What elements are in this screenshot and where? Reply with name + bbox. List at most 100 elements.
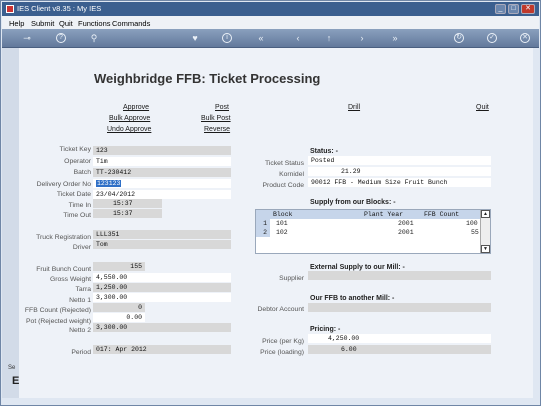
truck-registration-label: Truck Registration [36, 234, 91, 241]
reverse-link[interactable]: Reverse [204, 126, 230, 133]
title-bar: IES Client v8.35 : My IES _ □ ✕ [2, 2, 539, 16]
forward-icon[interactable]: › [356, 32, 368, 44]
netto2-label: Netto 2 [69, 327, 91, 334]
back-icon[interactable]: ‹ [292, 32, 304, 44]
search-icon[interactable]: ⚲ [88, 32, 100, 44]
minimize-button[interactable]: _ [495, 4, 506, 14]
cell-block[interactable]: 101 [276, 219, 288, 228]
cell-ffb-count[interactable]: 55 [471, 228, 479, 237]
col-block[interactable]: Block [273, 211, 293, 218]
delivery-order-label: Delivery Order No [36, 181, 91, 188]
row-number[interactable]: 2 [256, 228, 270, 237]
cell-ffb-count[interactable]: 100 [466, 219, 478, 228]
ticket-status-field: Posted [308, 156, 491, 165]
operator-field[interactable]: Tim [93, 157, 231, 166]
scroll-up-button[interactable]: ▲ [481, 210, 490, 218]
ticket-date-label: Ticket Date [56, 191, 91, 198]
row-number[interactable]: 1 [256, 219, 270, 228]
pot-field[interactable]: 0.00 [93, 313, 145, 322]
to-mill-heading: Our FFB to another Mill: - [310, 295, 395, 302]
col-ffb-count[interactable]: FFB Count [424, 211, 459, 218]
delivery-order-value: 123123 [96, 180, 122, 187]
rewind-icon[interactable]: « [255, 32, 267, 44]
grid-scrollbar[interactable]: ▲ ▼ [480, 210, 490, 253]
price-loading-label: Price (loading) [260, 349, 304, 356]
kornidel-field: 21.29 [308, 167, 491, 176]
ticket-date-field[interactable]: 23/04/2012 [93, 190, 231, 199]
blocks-heading: Supply from our Blocks: - [310, 199, 396, 206]
cell-block[interactable]: 102 [276, 228, 288, 237]
time-in-label: Time In [68, 202, 91, 209]
cell-plant-year[interactable]: 2001 [398, 228, 414, 237]
refresh-icon[interactable]: ↻ [454, 33, 464, 43]
period-field[interactable]: 017: Apr 2012 [93, 345, 231, 354]
bunch-count-label: Fruit Bunch Count [36, 266, 91, 273]
ticket-key-label: Ticket Key [59, 146, 91, 153]
truck-registration-field[interactable]: LLL351 [93, 230, 231, 239]
heart-icon[interactable]: ♥ [189, 32, 201, 44]
cell-plant-year[interactable]: 2001 [398, 219, 414, 228]
menu-quit[interactable]: Quit [59, 19, 73, 28]
time-out-label: Time Out [63, 212, 91, 219]
supplier-field[interactable] [308, 271, 491, 280]
price-per-kg-field[interactable]: 4,250.00 [308, 334, 491, 343]
supplier-label: Supplier [279, 275, 304, 282]
bulk-approve-link[interactable]: Bulk Approve [109, 115, 150, 122]
check-icon[interactable]: ✓ [487, 33, 497, 43]
key-icon[interactable]: ⊸ [18, 32, 36, 44]
gross-weight-label: Gross Weight [49, 276, 91, 283]
fast-forward-icon[interactable]: » [389, 32, 401, 44]
driver-field[interactable]: Tom [93, 240, 231, 249]
upload-icon[interactable]: ↑ [323, 32, 335, 44]
info-icon[interactable]: i [222, 33, 232, 43]
cancel-icon[interactable]: ✕ [520, 33, 530, 43]
app-icon [6, 5, 14, 13]
tarra-label: Tarra [75, 286, 92, 293]
debtor-account-label: Debtor Account [257, 306, 304, 313]
side-label: Se [8, 365, 16, 371]
external-supply-heading: External Supply to our Mill: - [310, 264, 405, 271]
netto1-field: 3,300.00 [93, 293, 231, 302]
drill-link[interactable]: Drill [348, 104, 360, 111]
tarra-field[interactable]: 1,250.00 [93, 283, 231, 292]
bunch-count-field[interactable]: 155 [93, 262, 145, 271]
period-label: Period [71, 349, 91, 356]
menu-submit[interactable]: Submit [31, 19, 54, 28]
menu-functions[interactable]: Functions [78, 19, 111, 28]
status-heading: Status: - [310, 148, 338, 155]
undo-approve-link[interactable]: Undo Approve [107, 126, 151, 133]
batch-field[interactable]: TT-230412 [93, 168, 231, 177]
approve-link[interactable]: Approve [123, 104, 149, 111]
scroll-down-button[interactable]: ▼ [481, 245, 490, 253]
gross-weight-field[interactable]: 4,550.00 [93, 273, 231, 282]
menu-commands[interactable]: Commands [112, 19, 150, 28]
help-icon[interactable]: ? [56, 33, 66, 43]
menu-help[interactable]: Help [9, 19, 24, 28]
ticket-status-label: Ticket Status [264, 160, 304, 167]
toolbar: ⊸ ? ⚲ ♥ i « ‹ ↑ › » ↻ ✓ ✕ [2, 29, 539, 48]
netto1-label: Netto 1 [69, 297, 91, 304]
time-in-field[interactable]: 15:37 [93, 199, 162, 208]
grid-header: Block Plant Year FFB Count [256, 210, 482, 219]
debtor-account-field[interactable] [308, 303, 491, 312]
rejected-count-field[interactable]: 0 [93, 303, 145, 312]
maximize-button[interactable]: □ [508, 4, 519, 14]
quit-link[interactable]: Quit [476, 104, 489, 111]
time-out-field[interactable]: 15:37 [93, 209, 162, 218]
page-title: Weighbridge FFB: Ticket Processing [94, 71, 321, 86]
pot-label: Pot (Rejected weight) [26, 318, 91, 325]
price-loading-field[interactable]: 6.00 [308, 345, 491, 354]
product-code-field: 90012 FFB - Medium Size Fruit Bunch [308, 178, 491, 187]
blocks-grid: Block Plant Year FFB Count 1 101 2001 10… [255, 209, 491, 254]
delivery-order-field[interactable]: 123123 [93, 179, 231, 188]
rejected-count-label: FFB Count (Rejected) [24, 307, 91, 314]
bulk-post-link[interactable]: Bulk Post [201, 115, 231, 122]
post-link[interactable]: Post [215, 104, 229, 111]
col-plant-year[interactable]: Plant Year [364, 211, 403, 218]
product-code-label: Product Code [262, 182, 304, 189]
window-title: IES Client v8.35 : My IES [17, 4, 102, 13]
driver-label: Driver [72, 244, 91, 251]
close-button[interactable]: ✕ [521, 4, 535, 14]
left-side-panel: Se E [2, 48, 20, 398]
ticket-key-field[interactable]: 123 [93, 146, 231, 155]
